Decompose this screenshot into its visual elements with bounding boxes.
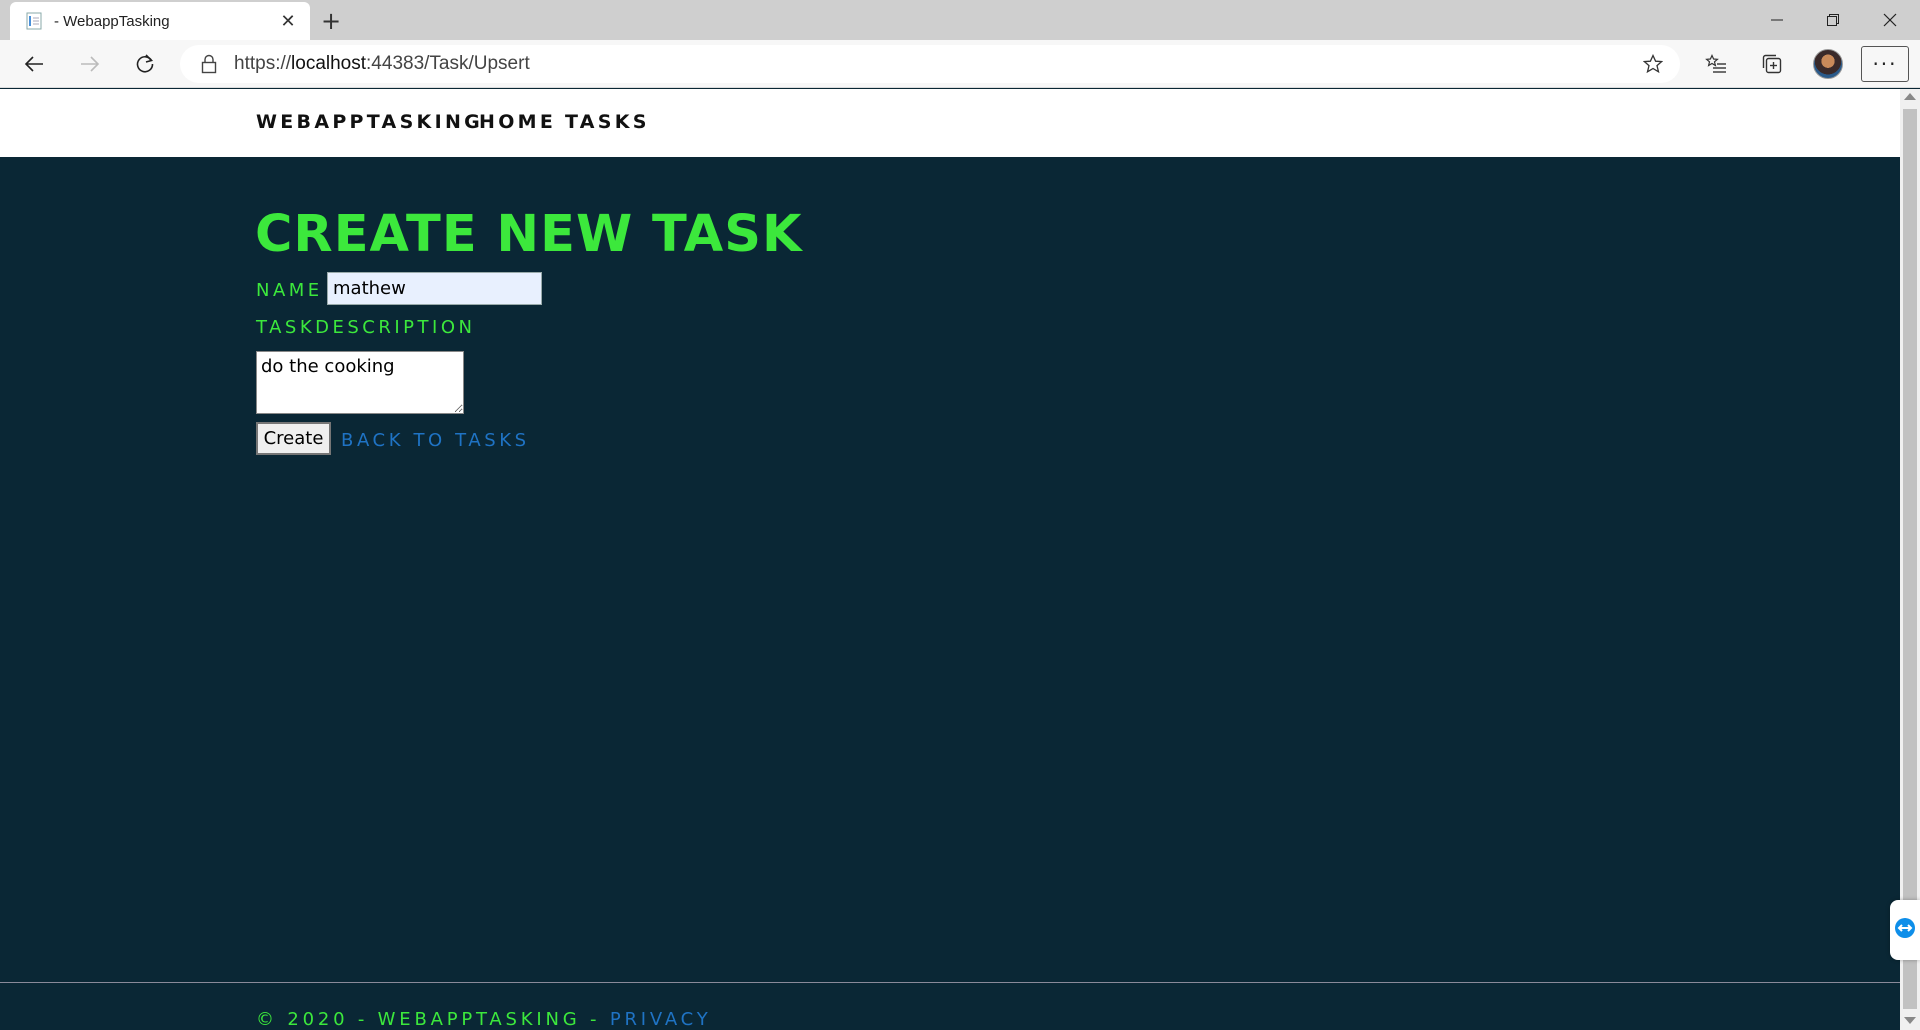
name-input[interactable] <box>327 272 542 305</box>
remote-support-widget[interactable] <box>1890 900 1920 960</box>
url-path: :44383/Task/Upsert <box>366 53 530 74</box>
page-icon <box>24 11 44 31</box>
address-bar[interactable]: https://localhost:44383/Task/Upsert <box>180 45 1680 83</box>
profile-avatar[interactable] <box>1810 46 1846 82</box>
footer-copyright: © 2020 - WEBAPPTASKING - <box>256 1009 610 1030</box>
collections-icon[interactable] <box>1754 46 1790 82</box>
back-arrow-icon[interactable] <box>16 46 52 82</box>
new-tab-icon[interactable]: + <box>316 6 346 36</box>
url-host: localhost <box>291 53 367 74</box>
task-description-textarea[interactable]: do the cooking <box>256 351 464 414</box>
tab-title: - WebappTasking <box>54 12 170 30</box>
forward-arrow-icon[interactable] <box>72 46 108 82</box>
browser-tab[interactable]: - WebappTasking ✕ <box>10 2 310 40</box>
footer: © 2020 - WEBAPPTASKING - PRIVACY <box>256 1009 712 1030</box>
task-description-label: TASKDESCRIPTION <box>256 317 476 338</box>
favorites-list-icon[interactable] <box>1698 46 1734 82</box>
browser-titlebar: - WebappTasking ✕ + <box>0 0 1920 40</box>
scrollbar-thumb[interactable] <box>1903 109 1917 1009</box>
favorite-star-icon[interactable] <box>1640 51 1666 77</box>
footer-divider <box>0 982 1900 983</box>
more-options-icon[interactable]: ··· <box>1861 46 1909 82</box>
back-to-tasks-link[interactable]: BACK TO TASKS <box>341 430 530 451</box>
scroll-up-icon[interactable] <box>1904 93 1916 100</box>
vertical-scrollbar[interactable] <box>1900 89 1920 1030</box>
scroll-down-icon[interactable] <box>1904 1017 1916 1024</box>
restore-icon[interactable] <box>1805 0 1861 40</box>
page-title: CREATE NEW TASK <box>255 205 803 264</box>
name-label: NAME <box>256 280 323 301</box>
close-tab-icon[interactable]: ✕ <box>276 9 300 33</box>
remote-arrows-icon <box>1894 917 1916 943</box>
close-window-icon[interactable] <box>1862 0 1918 40</box>
avatar <box>1813 49 1843 79</box>
minimize-icon[interactable] <box>1749 0 1805 40</box>
page-viewport: WEBAPPTASKING HOME TASKS CREATE NEW TASK… <box>0 89 1900 1030</box>
brand-link[interactable]: WEBAPPTASKING <box>256 111 483 133</box>
site-navbar: WEBAPPTASKING HOME TASKS <box>0 89 1900 157</box>
lock-icon[interactable] <box>198 53 220 75</box>
create-button[interactable]: Create <box>256 422 331 455</box>
nav-tasks-link[interactable]: TASKS <box>565 111 650 133</box>
url-text[interactable]: https://localhost:44383/Task/Upsert <box>234 53 1640 75</box>
browser-toolbar: https://localhost:44383/Task/Upsert ··· <box>0 40 1920 88</box>
reload-icon[interactable] <box>127 46 163 82</box>
url-scheme: https:// <box>234 53 292 74</box>
privacy-link[interactable]: PRIVACY <box>610 1009 712 1030</box>
nav-home-link[interactable]: HOME <box>479 111 556 133</box>
